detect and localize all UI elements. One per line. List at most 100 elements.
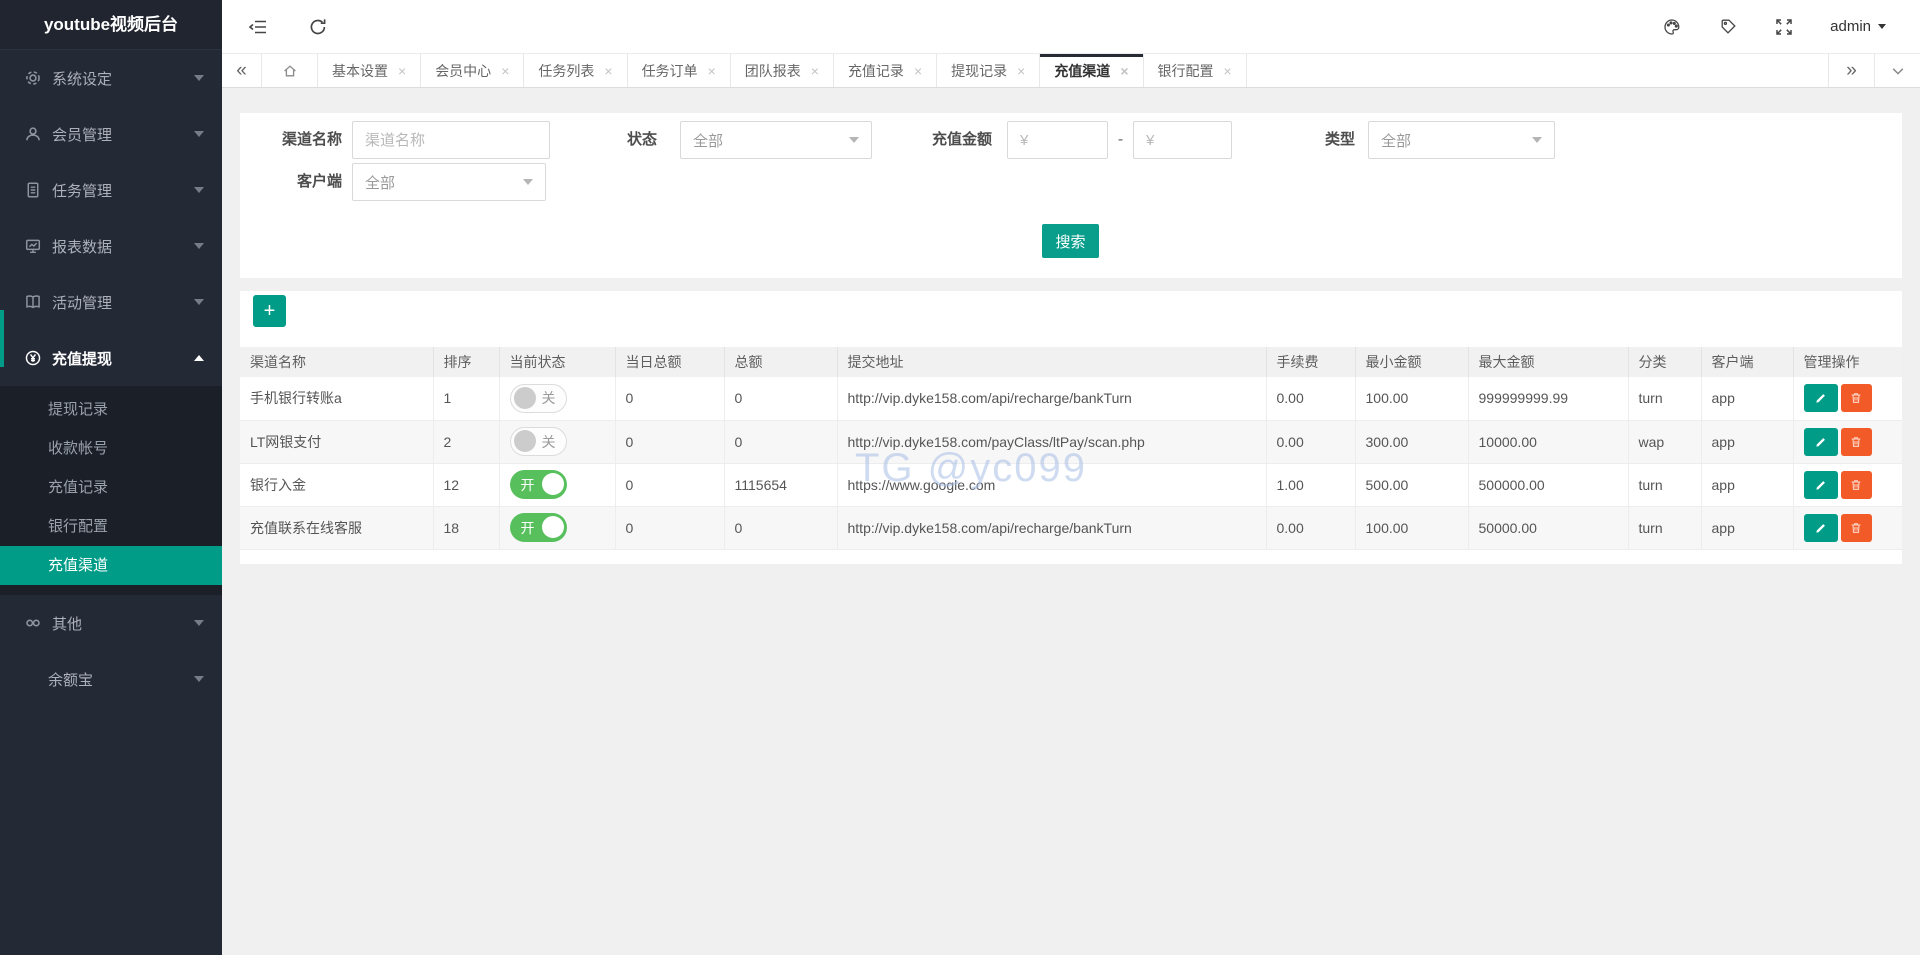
tab[interactable]: 任务订单 × bbox=[628, 54, 731, 87]
table-cell: 2 bbox=[433, 420, 499, 463]
table-cell: app bbox=[1701, 377, 1793, 420]
tab[interactable]: 充值渠道× bbox=[1040, 54, 1143, 87]
status-toggle[interactable]: 关 bbox=[510, 384, 567, 413]
table-column-header: 渠道名称 bbox=[240, 347, 433, 377]
delete-button[interactable] bbox=[1841, 428, 1872, 456]
channel-name-input[interactable] bbox=[352, 121, 550, 159]
table-cell: turn bbox=[1628, 377, 1701, 420]
table-column-header: 最小金额 bbox=[1355, 347, 1468, 377]
table-cell: 999999999.99 bbox=[1468, 377, 1628, 420]
edit-button[interactable] bbox=[1804, 514, 1838, 542]
refresh-icon[interactable] bbox=[308, 17, 328, 37]
home-icon bbox=[282, 63, 298, 79]
tab[interactable]: 提现记录× bbox=[937, 54, 1040, 87]
table-cell: http://vip.dyke158.com/payClass/ltPay/sc… bbox=[837, 420, 1266, 463]
tag-icon[interactable] bbox=[1718, 17, 1738, 37]
table-column-header: 手续费 bbox=[1266, 347, 1355, 377]
tab[interactable]: 银行配置 × bbox=[1144, 54, 1247, 87]
pencil-icon bbox=[1814, 521, 1828, 535]
channels-table: 渠道名称排序当前状态当日总额总额提交地址手续费最小金额最大金额分类客户端管理操作… bbox=[240, 347, 1902, 550]
table-cell-actions bbox=[1793, 506, 1902, 549]
close-icon[interactable]: × bbox=[398, 63, 406, 79]
close-icon[interactable]: × bbox=[604, 63, 612, 79]
active-menu-indicator bbox=[0, 310, 4, 367]
tab[interactable]: 充值记录 × bbox=[834, 54, 937, 87]
table-cell-status: 开 bbox=[499, 463, 615, 506]
sidebar-subitem[interactable]: 充值记录 bbox=[0, 468, 222, 507]
amount-max-input[interactable] bbox=[1133, 121, 1232, 159]
tab[interactable]: 会员中心× bbox=[421, 54, 524, 87]
status-select[interactable]: 全部 bbox=[680, 121, 872, 159]
menu-fold-icon[interactable] bbox=[248, 17, 268, 37]
tab[interactable]: 团队报表× bbox=[731, 54, 834, 87]
tasks-icon bbox=[24, 181, 42, 199]
sidebar-subitem[interactable]: 提现记录 bbox=[0, 390, 222, 429]
status-toggle[interactable]: 关 bbox=[510, 427, 567, 456]
sidebar-item[interactable]: 会员管理 bbox=[0, 106, 222, 162]
sidebar-item[interactable]: 充值提现 bbox=[0, 330, 222, 386]
add-channel-button[interactable]: + bbox=[253, 295, 286, 327]
sidebar-item[interactable]: 系统设定 bbox=[0, 50, 222, 106]
toggle-label: 开 bbox=[521, 518, 535, 538]
close-icon[interactable]: × bbox=[1224, 63, 1232, 79]
tabs-menu-button[interactable] bbox=[1874, 54, 1920, 87]
sidebar: youtube视频后台 系统设定会员管理任务管理报表数据活动管理充值提现提现记录… bbox=[0, 0, 222, 955]
topbar: admin bbox=[222, 0, 1920, 54]
user-menu[interactable]: admin bbox=[1830, 18, 1886, 35]
sidebar-subitem[interactable]: 收款帐号 bbox=[0, 429, 222, 468]
edit-button[interactable] bbox=[1804, 471, 1838, 499]
table-cell: 12 bbox=[433, 463, 499, 506]
tabs-scroll-right-button[interactable]: » bbox=[1828, 54, 1874, 87]
sidebar-item-label: 余额宝 bbox=[48, 669, 194, 690]
delete-button[interactable] bbox=[1841, 514, 1872, 542]
status-toggle[interactable]: 开 bbox=[510, 513, 567, 542]
status-toggle[interactable]: 开 bbox=[510, 470, 567, 499]
table-column-header: 管理操作 bbox=[1793, 347, 1902, 377]
tabs-scroll-left-button[interactable]: « bbox=[222, 54, 262, 87]
table-cell: 500000.00 bbox=[1468, 463, 1628, 506]
sidebar-item[interactable]: 任务管理 bbox=[0, 162, 222, 218]
sidebar-item[interactable]: 其他 bbox=[0, 595, 222, 651]
tab[interactable]: 基本设置× bbox=[318, 54, 421, 87]
close-icon[interactable]: × bbox=[501, 63, 509, 79]
trash-icon bbox=[1849, 435, 1863, 449]
sidebar-item[interactable]: 余额宝 bbox=[0, 651, 222, 707]
search-button[interactable]: 搜索 bbox=[1042, 224, 1099, 258]
type-select[interactable]: 全部 bbox=[1368, 121, 1555, 159]
sidebar-subitem[interactable]: 充值渠道 bbox=[0, 546, 222, 585]
close-icon[interactable]: × bbox=[1017, 63, 1025, 79]
close-icon[interactable]: × bbox=[1120, 63, 1128, 79]
edit-button[interactable] bbox=[1804, 428, 1838, 456]
sidebar-item[interactable]: 活动管理 bbox=[0, 274, 222, 330]
delete-button[interactable] bbox=[1841, 384, 1872, 412]
table-cell: 银行入金 bbox=[240, 463, 433, 506]
table-cell: app bbox=[1701, 420, 1793, 463]
tab-label: 银行配置 bbox=[1158, 61, 1214, 81]
tab-label: 充值记录 bbox=[848, 61, 904, 81]
toggle-label: 开 bbox=[521, 475, 535, 495]
content-area: 渠道名称 状态 全部 充值金额 - 类型 全部 客户端 全部 bbox=[222, 88, 1920, 955]
table-cell: 10000.00 bbox=[1468, 420, 1628, 463]
close-icon[interactable]: × bbox=[811, 63, 819, 79]
delete-button[interactable] bbox=[1841, 471, 1872, 499]
home-tab[interactable] bbox=[262, 54, 318, 87]
client-label: 客户端 bbox=[250, 163, 342, 201]
client-select[interactable]: 全部 bbox=[352, 163, 546, 201]
table-cell: 0 bbox=[724, 506, 837, 549]
tab-label: 任务订单 bbox=[642, 61, 698, 81]
table-column-header: 当前状态 bbox=[499, 347, 615, 377]
sidebar-subitem[interactable]: 银行配置 bbox=[0, 507, 222, 546]
table-row: 充值联系在线客服18开00http://vip.dyke158.com/api/… bbox=[240, 506, 1902, 549]
palette-icon[interactable] bbox=[1662, 17, 1682, 37]
close-icon[interactable]: × bbox=[708, 63, 716, 79]
close-icon[interactable]: × bbox=[914, 63, 922, 79]
caret-down-icon bbox=[194, 620, 204, 626]
caret-down-icon bbox=[194, 676, 204, 682]
sidebar-item[interactable]: 报表数据 bbox=[0, 218, 222, 274]
tab[interactable]: 任务列表× bbox=[524, 54, 627, 87]
fullscreen-icon[interactable] bbox=[1774, 17, 1794, 37]
trash-icon bbox=[1849, 521, 1863, 535]
amount-min-input[interactable] bbox=[1007, 121, 1108, 159]
table-cell: http://vip.dyke158.com/api/recharge/bank… bbox=[837, 506, 1266, 549]
edit-button[interactable] bbox=[1804, 384, 1838, 412]
